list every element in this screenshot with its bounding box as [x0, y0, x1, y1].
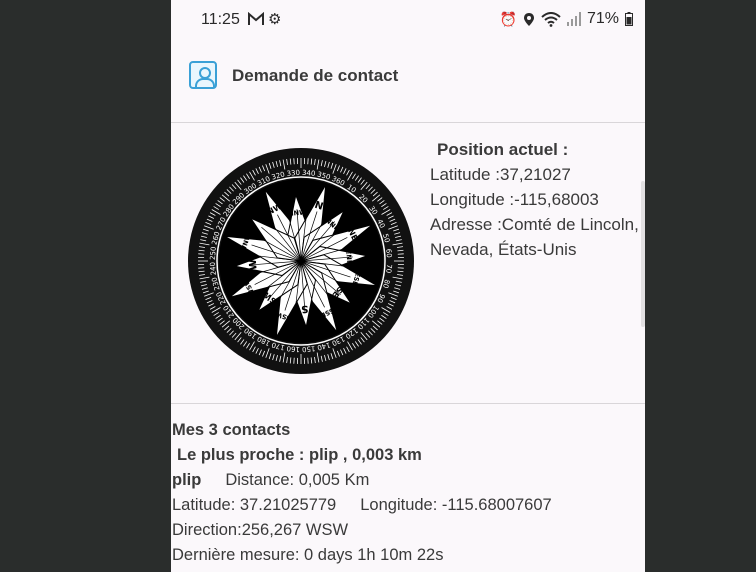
app-bar: Demande de contact	[171, 40, 645, 123]
compass-ring-label: 240	[209, 262, 218, 276]
compass-ring-label: 330	[286, 169, 300, 178]
status-time: 11:25	[201, 11, 240, 28]
battery-text: 71%	[586, 10, 619, 27]
position-panel: Position actuel : Latitude :37,21027 Lon…	[430, 137, 640, 262]
compass-ring-label: 340	[302, 169, 316, 178]
compass-section: 270 280 290 300 310 320 330 340 350 360 10 20 30 40 50…	[171, 123, 645, 404]
compass-rose-label: ENE	[344, 250, 353, 265]
contact-latitude: Latitude: 37.21025779	[172, 496, 337, 514]
compass-rose: 270280290300310 320 330 340 350 3601020304050…	[188, 148, 414, 374]
app-title: Demande de contact	[232, 66, 399, 85]
position-title: Position actuel :	[437, 140, 569, 159]
gmail-icon	[248, 12, 264, 25]
compass-ring-label: 160	[286, 344, 300, 353]
contact-last-measure: Dernière mesure: 0 days 1h 10m 22s	[172, 546, 444, 564]
wifi-icon	[541, 11, 561, 27]
status-bar: 11:25 ⚙ ⏰ 71%	[171, 0, 645, 40]
contact-longitude: Longitude: -115.68007607	[360, 496, 552, 514]
alarm-icon: ⏰	[499, 10, 517, 27]
compass-ring-label: 60	[384, 249, 393, 259]
compass-ring-label: 150	[302, 344, 316, 353]
contact-row[interactable]: plip Distance: 0,005 Km	[172, 468, 642, 493]
scrollbar[interactable]	[641, 181, 645, 327]
compass-rose-label: NNW	[288, 208, 307, 217]
nearest-contact: Le plus proche : plip , 0,003 km	[177, 446, 422, 464]
position-address: Adresse :Comté de Lincoln, Nevada, États…	[430, 215, 639, 259]
phone-screen: 11:25 ⚙ ⏰ 71% Demande de contact 270 280…	[171, 0, 645, 572]
contact-card-icon	[189, 61, 217, 89]
contacts-section: Mes 3 contacts Le plus proche : plip , 0…	[172, 418, 642, 568]
gear-icon: ⚙	[268, 11, 282, 28]
status-right-group: ⏰ 71%	[500, 10, 633, 28]
position-latitude: Latitude :37,21027	[430, 165, 571, 184]
compass-ring-label: 250	[209, 246, 218, 260]
contact-name: plip	[172, 471, 202, 489]
contacts-header: Mes 3 contacts	[172, 421, 291, 439]
compass-rose-label: W	[248, 259, 260, 271]
position-longitude: Longitude :-115,68003	[430, 190, 599, 209]
contact-direction: Direction:256,267 WSW	[172, 521, 349, 539]
compass-ring-label: 70	[384, 264, 393, 274]
compass-rose-label: S	[301, 303, 309, 315]
contact-coordinates: Latitude: 37.21025779 Longitude: -115.680…	[172, 493, 642, 518]
battery-icon	[625, 12, 633, 26]
signal-icon	[566, 12, 581, 26]
location-icon	[523, 12, 534, 26]
contact-distance: Distance: 0,005 Km	[225, 471, 370, 489]
